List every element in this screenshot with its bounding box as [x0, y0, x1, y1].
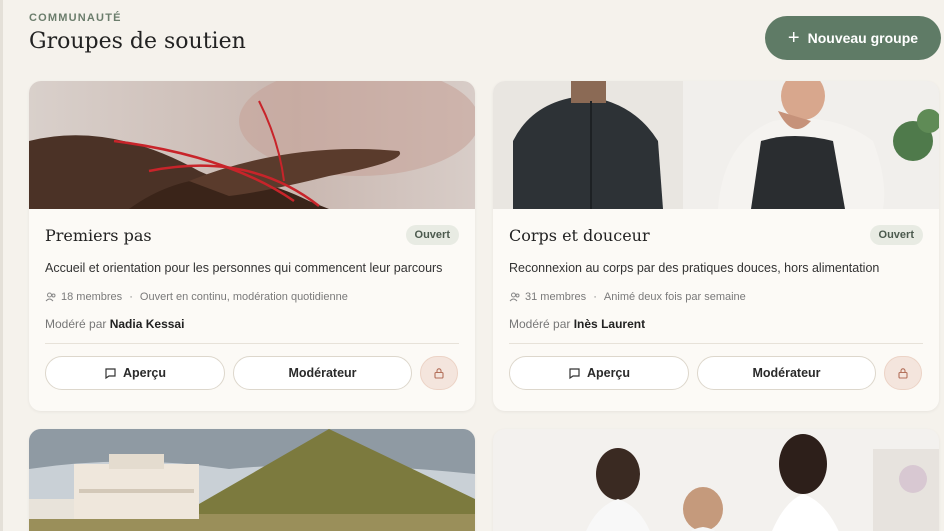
group-image — [29, 81, 475, 209]
group-schedule: Animé deux fois par semaine — [603, 291, 746, 303]
groups-page: COMMUNAUTÉ Groupes de soutien + Nouveau … — [0, 0, 944, 531]
moderator-name: Inès Laurent — [573, 317, 646, 331]
group-image — [493, 429, 939, 531]
message-icon — [105, 367, 116, 379]
lock-button[interactable] — [884, 356, 922, 390]
moderated-by: Modéré par Inès Laurent — [509, 317, 923, 331]
member-count: 31 membres — [525, 291, 587, 303]
moderated-prefix: Modéré par — [509, 317, 571, 331]
divider — [45, 343, 459, 344]
preview-button[interactable]: Aperçu — [509, 356, 689, 390]
moderator-button[interactable]: Modérateur — [233, 356, 412, 390]
moderated-prefix: Modéré par — [45, 317, 107, 331]
group-name: Premiers pas — [45, 225, 152, 245]
moderator-name: Nadia Kessai — [109, 317, 185, 331]
plus-icon: + — [787, 27, 800, 49]
group-card: Premiers pas Ouvert Accueil et orientati… — [29, 81, 475, 411]
member-count: 18 membres — [61, 291, 123, 303]
lock-icon — [434, 368, 444, 379]
group-card — [493, 429, 939, 531]
group-description: Reconnexion au corps par des pratiques d… — [509, 261, 880, 275]
moderator-button[interactable]: Modérateur — [697, 356, 876, 390]
section-eyebrow: COMMUNAUTÉ — [29, 12, 122, 24]
group-description: Accueil et orientation pour les personne… — [45, 261, 443, 275]
preview-label: Aperçu — [122, 366, 167, 380]
group-card — [29, 429, 475, 531]
lock-icon — [898, 368, 908, 379]
new-group-label: Nouveau groupe — [807, 30, 919, 46]
status-badge: Ouvert — [869, 225, 923, 245]
message-icon — [569, 367, 580, 379]
group-image — [29, 429, 475, 531]
meta-separator: · — [126, 291, 136, 303]
lock-button[interactable] — [420, 356, 458, 390]
status-badge: Ouvert — [405, 225, 459, 245]
group-meta: 31 membres · Animé deux fois par semaine — [509, 291, 923, 303]
moderated-by: Modéré par Nadia Kessai — [45, 317, 459, 331]
members-icon — [509, 292, 520, 302]
group-meta: 18 membres · Ouvert en continu, modérati… — [45, 291, 459, 303]
preview-label: Aperçu — [586, 366, 631, 380]
meta-separator: · — [590, 291, 600, 303]
page-title: Groupes de soutien — [29, 29, 246, 54]
group-card: Corps et douceur Ouvert Reconnexion au c… — [493, 81, 939, 411]
group-name: Corps et douceur — [509, 225, 650, 245]
members-icon — [45, 292, 56, 302]
new-group-button[interactable]: + Nouveau groupe — [765, 16, 941, 60]
group-schedule: Ouvert en continu, modération quotidienn… — [139, 291, 348, 303]
preview-button[interactable]: Aperçu — [45, 356, 225, 390]
group-image — [493, 81, 939, 209]
divider — [509, 343, 923, 344]
